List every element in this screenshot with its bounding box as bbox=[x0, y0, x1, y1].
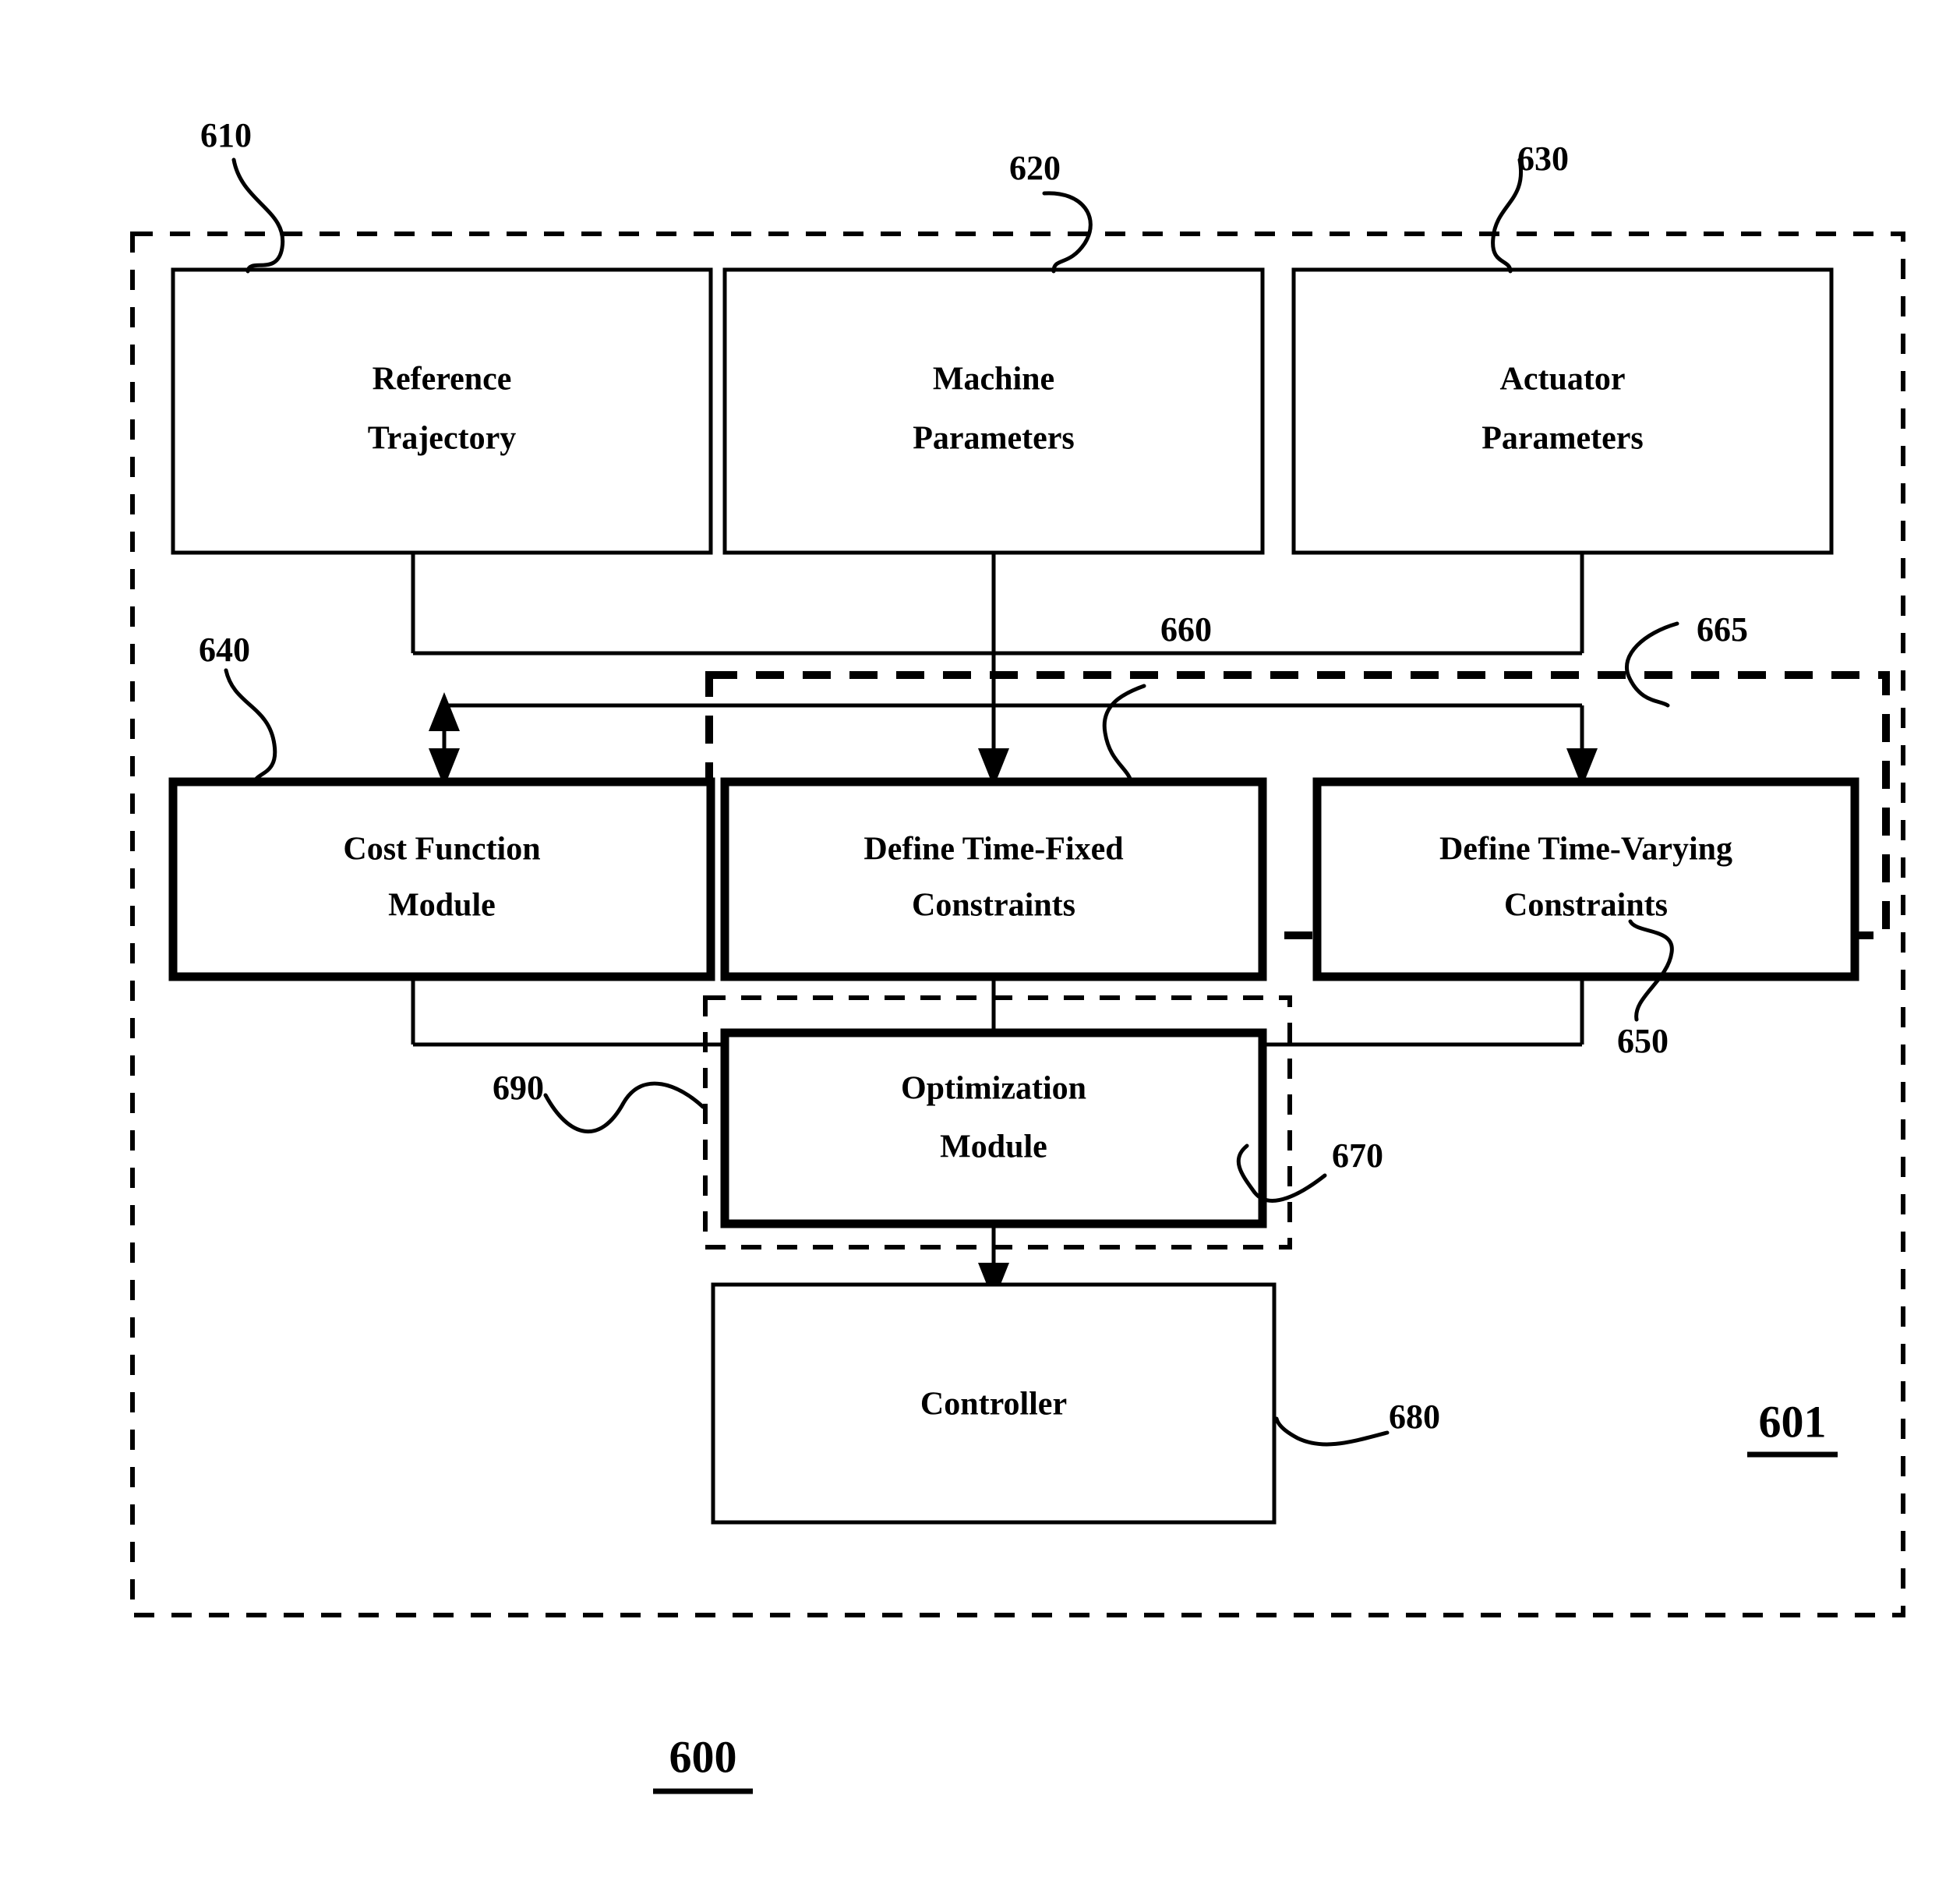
optimization-module-label-line2: Module bbox=[940, 1129, 1047, 1165]
machine-parameters-label-line1: Machine bbox=[933, 362, 1054, 398]
ref-number-680: 680 bbox=[1389, 1398, 1440, 1436]
ref-number-610: 610 bbox=[200, 116, 252, 154]
actuator-parameters-box[interactable] bbox=[1291, 267, 1834, 555]
machine-parameters-box[interactable] bbox=[722, 267, 1265, 555]
ref-number-670: 670 bbox=[1332, 1136, 1383, 1175]
ref-number-630: 630 bbox=[1517, 140, 1569, 178]
controller-label: Controller bbox=[920, 1387, 1067, 1423]
time-fixed-constraints-label-line2: Constraints bbox=[912, 888, 1075, 924]
define-time-varying-constraints-box[interactable] bbox=[1312, 777, 1859, 981]
time-varying-constraints-label-line2: Constraints bbox=[1504, 888, 1668, 924]
cost-function-module-label-line2: Module bbox=[388, 888, 496, 924]
leader-640 bbox=[224, 668, 277, 786]
time-varying-constraints-label-line1: Define Time-Varying bbox=[1439, 832, 1732, 868]
ref-number-690-fallback: 690 bbox=[493, 1069, 544, 1107]
reference-trajectory-label-line2: Trajectory bbox=[368, 421, 516, 457]
leader-660 bbox=[1102, 684, 1146, 786]
ref-number-640: 640 bbox=[199, 631, 250, 669]
define-time-fixed-constraints-box[interactable] bbox=[720, 777, 1267, 981]
optimization-module-label-line1: Optimization bbox=[901, 1071, 1086, 1107]
ref-number-650: 650 bbox=[1617, 1022, 1669, 1060]
reference-trajectory-box[interactable] bbox=[171, 267, 713, 555]
leader-680 bbox=[1274, 1416, 1390, 1447]
system-number-601: 601 bbox=[1759, 1396, 1827, 1447]
leader-610 bbox=[231, 157, 285, 274]
cost-function-module-box[interactable] bbox=[168, 777, 715, 981]
ref-number-660: 660 bbox=[1160, 610, 1212, 649]
ref-number-620: 620 bbox=[1009, 149, 1061, 187]
time-fixed-constraints-label-line1: Define Time-Fixed bbox=[863, 832, 1123, 868]
block-diagram-canvas: Reference Trajectory Machine Parameters … bbox=[130, 116, 1905, 1794]
reference-trajectory-label-line1: Reference bbox=[373, 362, 512, 398]
optimization-module-box[interactable] bbox=[720, 1028, 1267, 1228]
machine-parameters-label-line2: Parameters bbox=[913, 421, 1075, 457]
cost-function-module-label-line1: Cost Function bbox=[343, 832, 540, 868]
actuator-parameters-label-line1: Actuator bbox=[1500, 362, 1626, 398]
ref-number-665: 665 bbox=[1697, 610, 1748, 649]
figure-number-600: 600 bbox=[669, 1731, 737, 1782]
leader-690 bbox=[543, 1081, 705, 1134]
patent-figure-600: Reference Trajectory Machine Parameters … bbox=[0, 0, 1960, 1884]
actuator-parameters-label-line2: Parameters bbox=[1481, 421, 1644, 457]
leader-665 bbox=[1625, 621, 1679, 708]
